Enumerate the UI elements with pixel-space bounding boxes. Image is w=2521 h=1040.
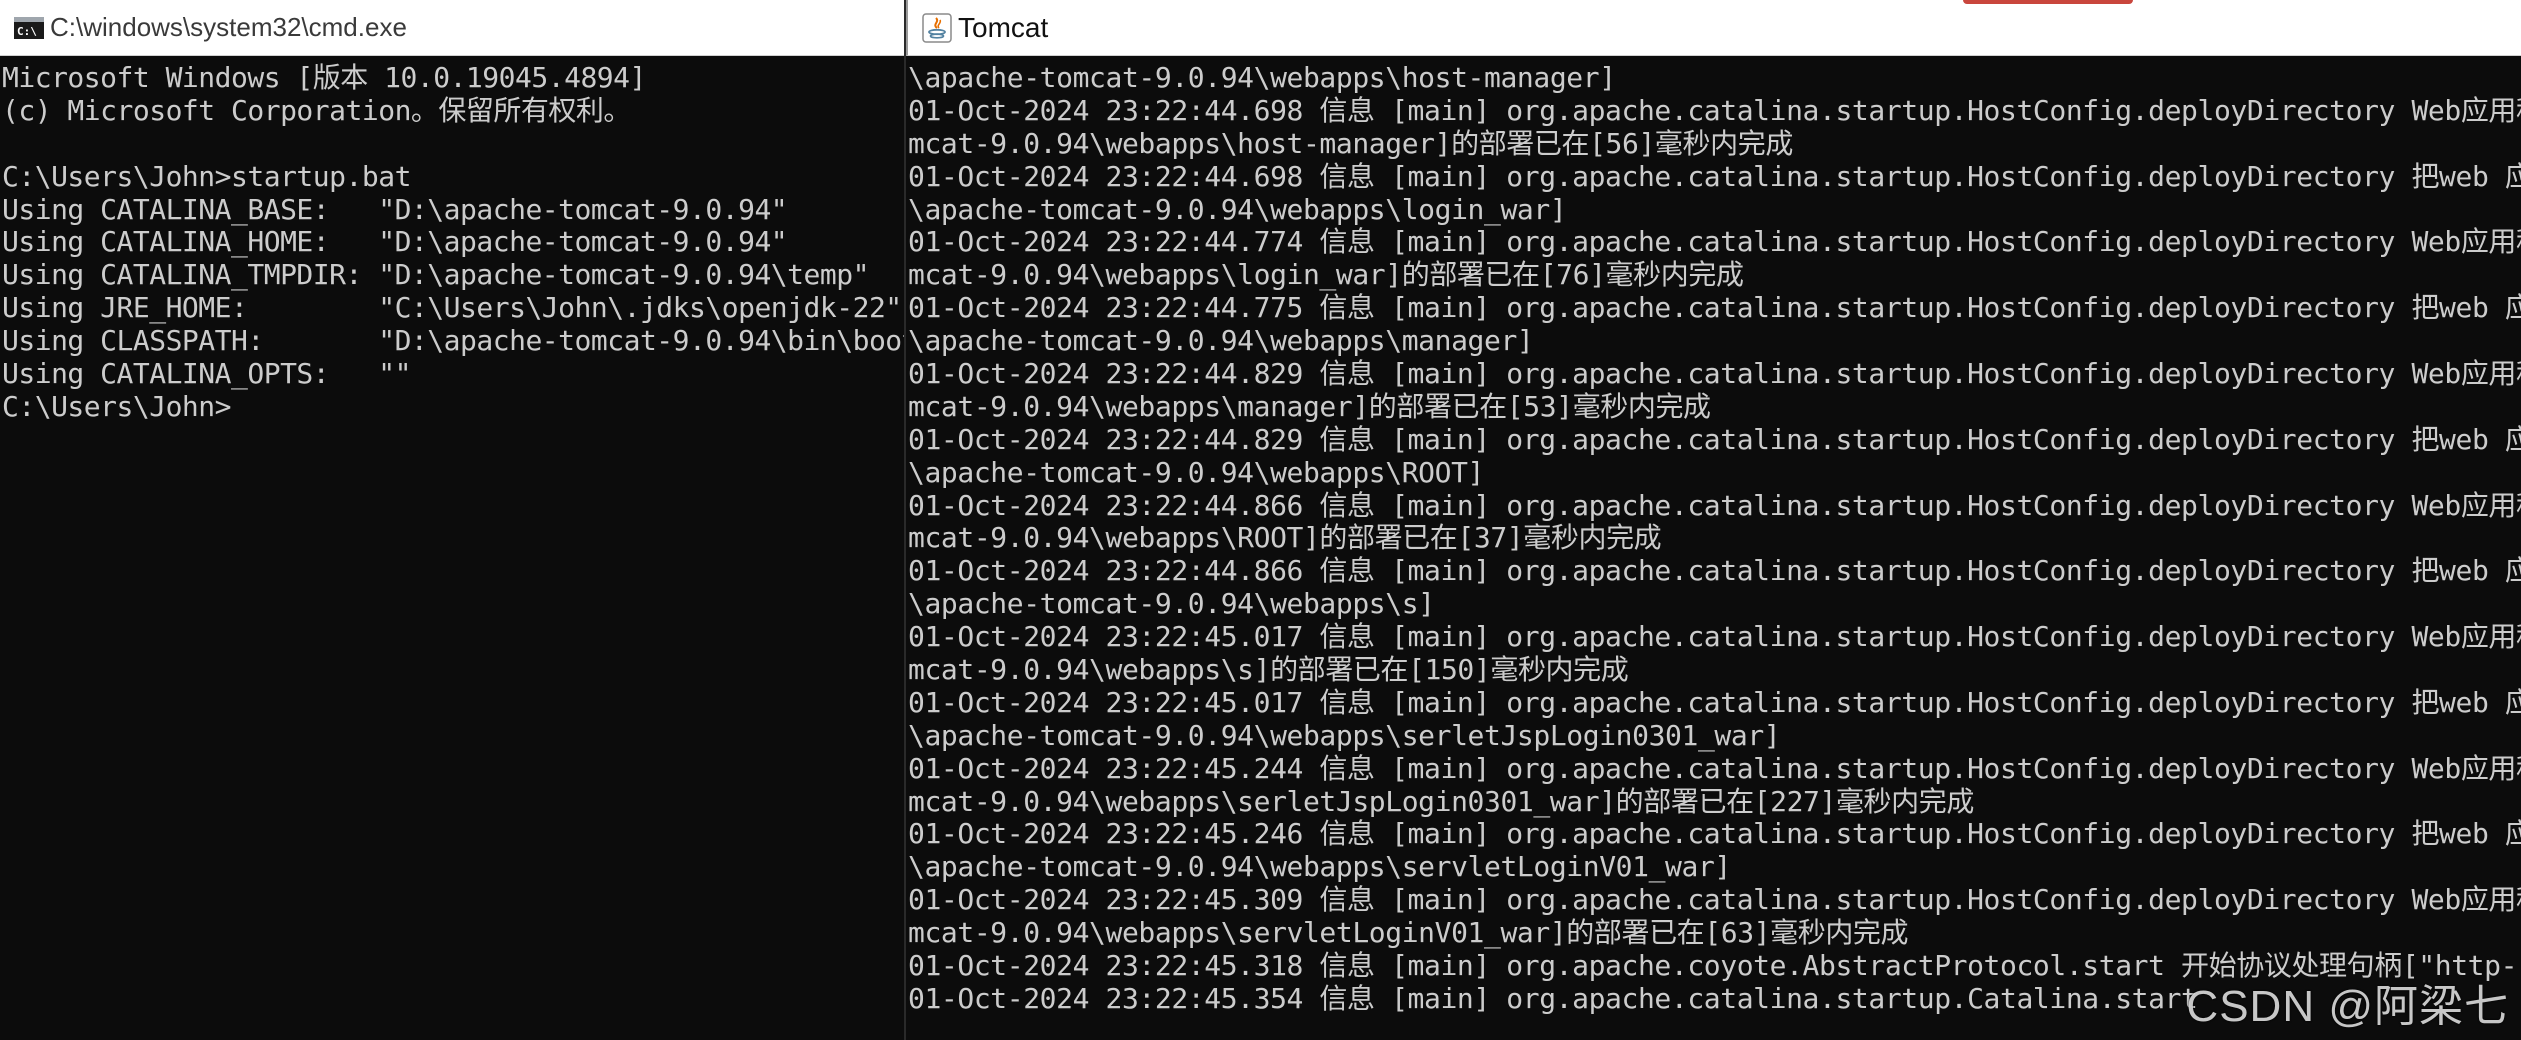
console-line: \apache-tomcat-9.0.94\webapps\manager] xyxy=(908,325,1534,358)
console-line: \apache-tomcat-9.0.94\webapps\login_war] xyxy=(908,193,1567,226)
console-line: 01-Oct-2024 23:22:45.244 信息 [main] org.a… xyxy=(908,752,2521,785)
console-line: \apache-tomcat-9.0.94\webapps\ROOT] xyxy=(908,456,1485,489)
cmd-window-title: C:\windows\system32\cmd.exe xyxy=(50,12,407,42)
console-line: \apache-tomcat-9.0.94\webapps\s] xyxy=(908,588,1435,621)
console-line: Microsoft Windows [版本 10.0.19045.4894] xyxy=(2,62,646,94)
tomcat-titlebar[interactable]: Tomcat xyxy=(906,0,2521,56)
console-line: 01-Oct-2024 23:22:44.698 信息 [main] org.a… xyxy=(908,160,2521,193)
console-line: mcat-9.0.94\webapps\serletJspLogin0301_w… xyxy=(908,785,1974,818)
console-line: C:\Users\John> xyxy=(2,390,232,423)
tomcat-window[interactable]: Tomcat \apache-tomcat-9.0.94\webapps\hos… xyxy=(906,0,2521,1040)
console-line: mcat-9.0.94\webapps\manager]的部署已在[53]毫秒内… xyxy=(908,390,1711,423)
background-window-edge xyxy=(1963,0,2133,4)
console-line: Using CATALINA_TMPDIR: "D:\apache-tomcat… xyxy=(2,259,869,292)
console-line: 01-Oct-2024 23:22:45.017 信息 [main] org.a… xyxy=(908,686,2521,719)
cmd-icon: C:\ xyxy=(14,16,44,39)
tomcat-window-title: Tomcat xyxy=(958,11,1049,43)
console-line: Using CLASSPATH: "D:\apache-tomcat-9.0.9… xyxy=(2,325,904,358)
cmd-window[interactable]: C:\ C:\windows\system32\cmd.exe Microsof… xyxy=(0,0,906,1040)
cmd-titlebar[interactable]: C:\ C:\windows\system32\cmd.exe xyxy=(0,0,904,56)
console-line: \apache-tomcat-9.0.94\webapps\serletJspL… xyxy=(908,719,1781,752)
csdn-watermark: CSDN @阿梁七 xyxy=(2186,982,2509,1031)
console-line: C:\Users\John>startup.bat xyxy=(2,160,411,193)
console-line: (c) Microsoft Corporation。保留所有权利。 xyxy=(2,94,631,127)
tomcat-console-output[interactable]: \apache-tomcat-9.0.94\webapps\host-manag… xyxy=(906,56,2521,1016)
console-line: 01-Oct-2024 23:22:44.829 信息 [main] org.a… xyxy=(908,358,2521,391)
svg-text:C:\: C:\ xyxy=(17,25,37,38)
console-line: mcat-9.0.94\webapps\s]的部署已在[150]毫秒内完成 xyxy=(908,654,1629,687)
console-line: \apache-tomcat-9.0.94\webapps\host-manag… xyxy=(908,62,1616,94)
console-line: 01-Oct-2024 23:22:44.698 信息 [main] org.a… xyxy=(908,94,2521,127)
cmd-console-output[interactable]: Microsoft Windows [版本 10.0.19045.4894] (c… xyxy=(0,56,904,424)
console-line: Using CATALINA_OPTS: "" xyxy=(2,358,411,391)
console-line: 01-Oct-2024 23:22:44.866 信息 [main] org.a… xyxy=(908,489,2521,522)
console-line: 01-Oct-2024 23:22:45.017 信息 [main] org.a… xyxy=(908,621,2521,654)
console-line: Using CATALINA_BASE: "D:\apache-tomcat-9… xyxy=(2,193,788,226)
console-line: 01-Oct-2024 23:22:44.829 信息 [main] org.a… xyxy=(908,423,2521,456)
console-line: mcat-9.0.94\webapps\login_war]的部署已在[76]毫… xyxy=(908,259,1744,292)
console-line: 01-Oct-2024 23:22:44.774 信息 [main] org.a… xyxy=(908,226,2521,259)
console-line: Using CATALINA_HOME: "D:\apache-tomcat-9… xyxy=(2,226,788,259)
console-line: \apache-tomcat-9.0.94\webapps\servletLog… xyxy=(908,851,1731,884)
console-line: mcat-9.0.94\webapps\host-manager]的部署已在[5… xyxy=(908,127,1793,160)
console-line: 01-Oct-2024 23:22:44.775 信息 [main] org.a… xyxy=(908,292,2521,325)
console-line: mcat-9.0.94\webapps\ROOT]的部署已在[37]毫秒内完成 xyxy=(908,522,1662,555)
console-line: 01-Oct-2024 23:22:44.866 信息 [main] org.a… xyxy=(908,555,2521,588)
java-icon xyxy=(922,12,952,43)
console-line: 01-Oct-2024 23:22:45.309 信息 [main] org.a… xyxy=(908,884,2521,917)
console-line: mcat-9.0.94\webapps\servletLoginV01_war]… xyxy=(908,917,1909,950)
console-line: 01-Oct-2024 23:22:45.246 信息 [main] org.a… xyxy=(908,818,2521,851)
console-line: Using JRE_HOME: "C:\Users\John\.jdks\ope… xyxy=(2,292,902,325)
